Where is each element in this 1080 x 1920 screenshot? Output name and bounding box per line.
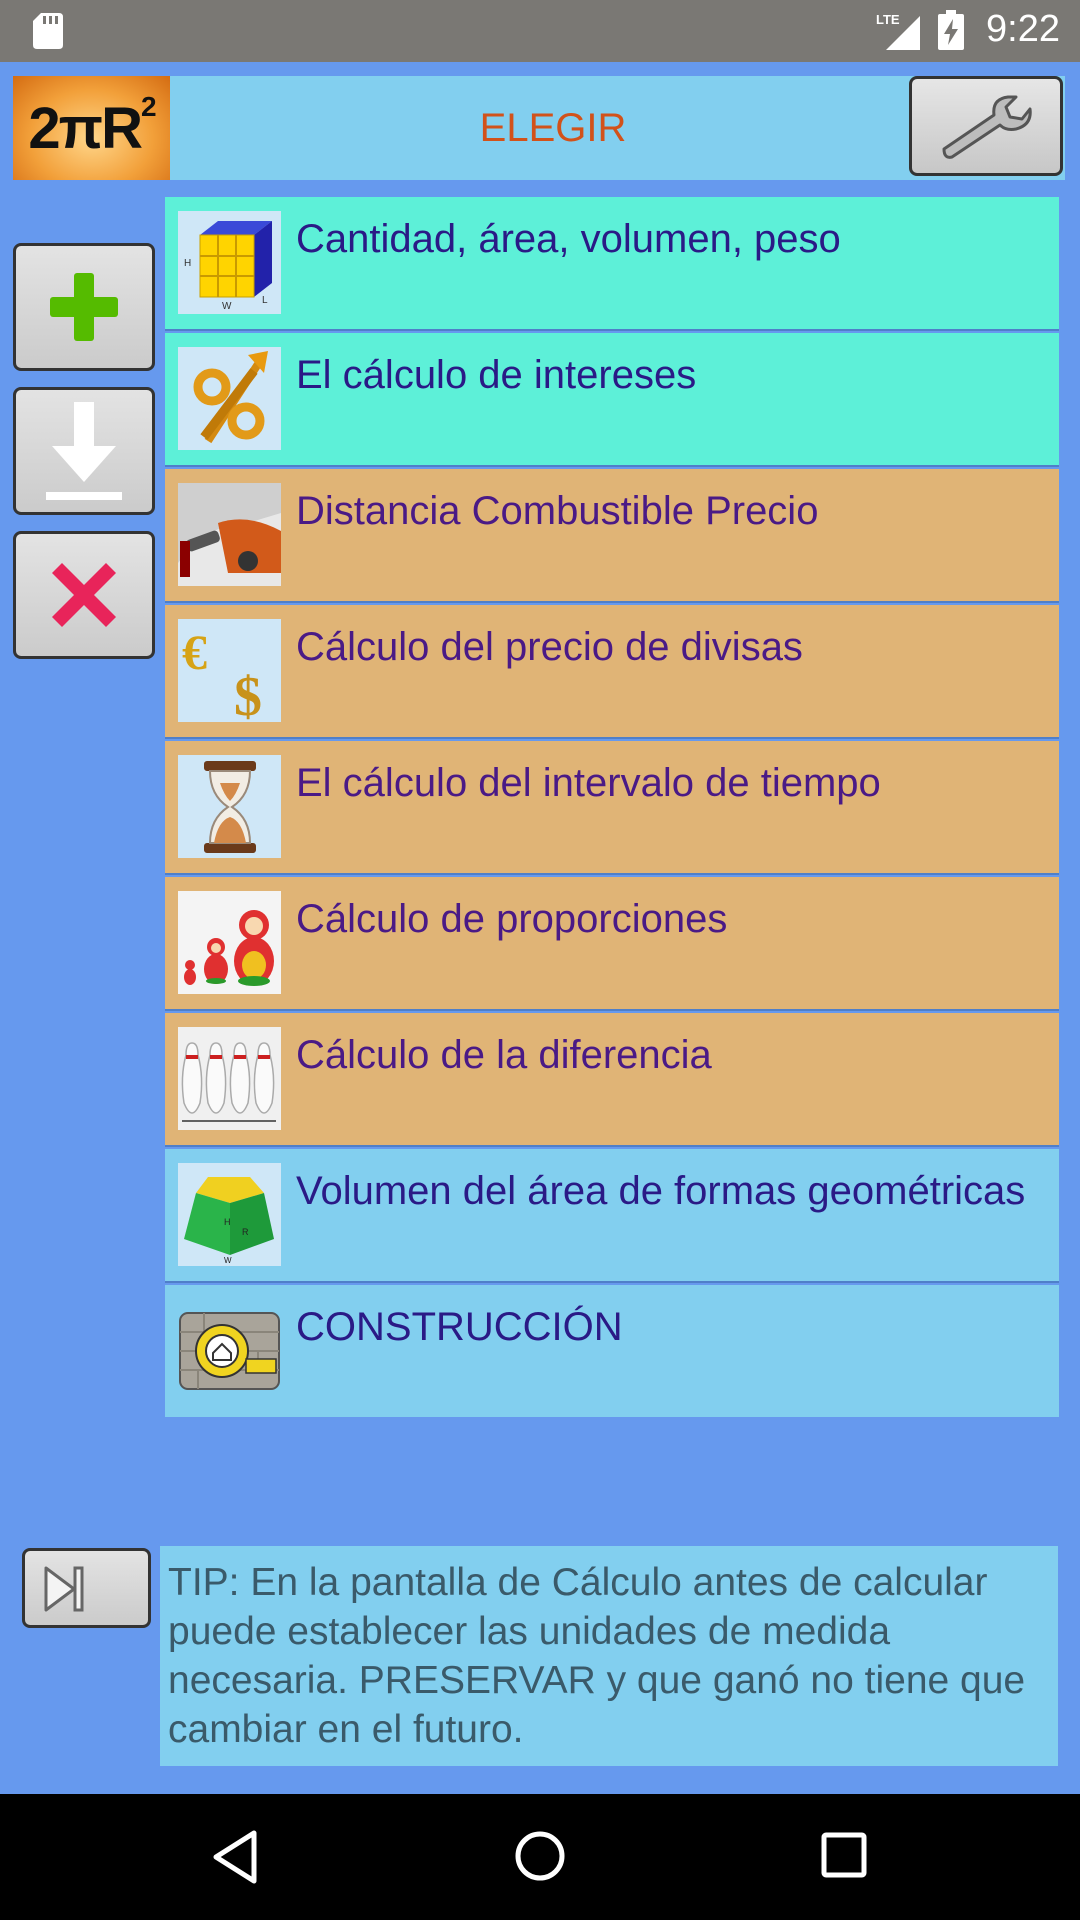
- fuel-icon: [178, 483, 281, 586]
- svg-text:W: W: [222, 301, 232, 312]
- add-button[interactable]: [13, 243, 155, 371]
- clock: 9:22: [986, 8, 1060, 50]
- menu-item-currency[interactable]: € $ Cálculo del precio de divisas: [165, 605, 1059, 739]
- next-tip-button[interactable]: [22, 1548, 151, 1628]
- svg-text:$: $: [234, 666, 262, 722]
- signal-lte-icon: LTE: [876, 12, 920, 50]
- plus-icon: [50, 273, 118, 341]
- app-header: 2πR2 ELEGIR: [13, 76, 1065, 180]
- menu-item-geometric-shapes[interactable]: H R W Volumen del área de formas geométr…: [165, 1149, 1059, 1283]
- construction-icon: [178, 1299, 281, 1402]
- status-bar: LTE 9:22: [0, 0, 1080, 62]
- calculator-menu: H W L Cantidad, área, volumen, peso El c…: [165, 197, 1059, 1419]
- svg-text:LTE: LTE: [876, 12, 900, 27]
- back-icon[interactable]: [210, 1829, 260, 1885]
- svg-text:R: R: [242, 1227, 249, 1237]
- menu-item-quantity[interactable]: H W L Cantidad, área, volumen, peso: [165, 197, 1059, 331]
- menu-item-label: Cálculo del precio de divisas: [296, 625, 803, 669]
- menu-item-label: Distancia Combustible Precio: [296, 489, 819, 533]
- menu-item-time-interval[interactable]: El cálculo del intervalo de tiempo: [165, 741, 1059, 875]
- page-title: ELEGIR: [479, 106, 627, 150]
- bowling-pins-icon: [178, 1027, 281, 1130]
- svg-text:€: €: [182, 624, 207, 680]
- menu-item-difference[interactable]: Cálculo de la diferencia: [165, 1013, 1059, 1147]
- menu-item-label: Cálculo de la diferencia: [296, 1033, 712, 1077]
- skip-next-icon: [44, 1566, 84, 1612]
- settings-button[interactable]: [909, 76, 1063, 176]
- menu-item-label: El cálculo de intereses: [296, 353, 697, 397]
- svg-text:H: H: [224, 1217, 231, 1227]
- menu-item-label: Cantidad, área, volumen, peso: [296, 217, 841, 261]
- menu-item-label: CONSTRUCCIÓN: [296, 1305, 623, 1349]
- currency-icon: € $: [178, 619, 281, 722]
- home-icon[interactable]: [513, 1829, 567, 1883]
- menu-item-label: Cálculo de proporciones: [296, 897, 728, 941]
- menu-item-label: Volumen del área de formas geométricas: [296, 1169, 1026, 1213]
- percent-icon: [178, 347, 281, 450]
- navigation-bar: [0, 1794, 1080, 1920]
- geometric-shape-icon: H R W: [178, 1163, 281, 1266]
- menu-item-label: El cálculo del intervalo de tiempo: [296, 761, 881, 805]
- cube-icon: H W L: [178, 211, 281, 314]
- menu-item-fuel[interactable]: Distancia Combustible Precio: [165, 469, 1059, 603]
- app-logo[interactable]: 2πR2: [13, 76, 170, 180]
- menu-item-interest[interactable]: El cálculo de intereses: [165, 333, 1059, 467]
- svg-text:W: W: [224, 1256, 232, 1265]
- download-button[interactable]: [13, 387, 155, 515]
- menu-item-construction[interactable]: CONSTRUCCIÓN: [165, 1285, 1059, 1417]
- hourglass-icon: [178, 755, 281, 858]
- download-icon: [46, 402, 122, 500]
- svg-text:L: L: [262, 295, 268, 306]
- close-icon: [52, 563, 116, 627]
- delete-button[interactable]: [13, 531, 155, 659]
- matryoshka-icon: [178, 891, 281, 994]
- svg-text:H: H: [184, 258, 191, 269]
- menu-item-proportions[interactable]: Cálculo de proporciones: [165, 877, 1059, 1011]
- logo-text: 2πR2: [28, 90, 156, 161]
- sd-card-icon: [33, 13, 63, 49]
- battery-charging-icon: [938, 10, 964, 50]
- recent-apps-icon[interactable]: [821, 1832, 867, 1878]
- tip-text: TIP: En la pantalla de Cálculo antes de …: [160, 1546, 1058, 1766]
- wrench-icon: [942, 95, 1032, 159]
